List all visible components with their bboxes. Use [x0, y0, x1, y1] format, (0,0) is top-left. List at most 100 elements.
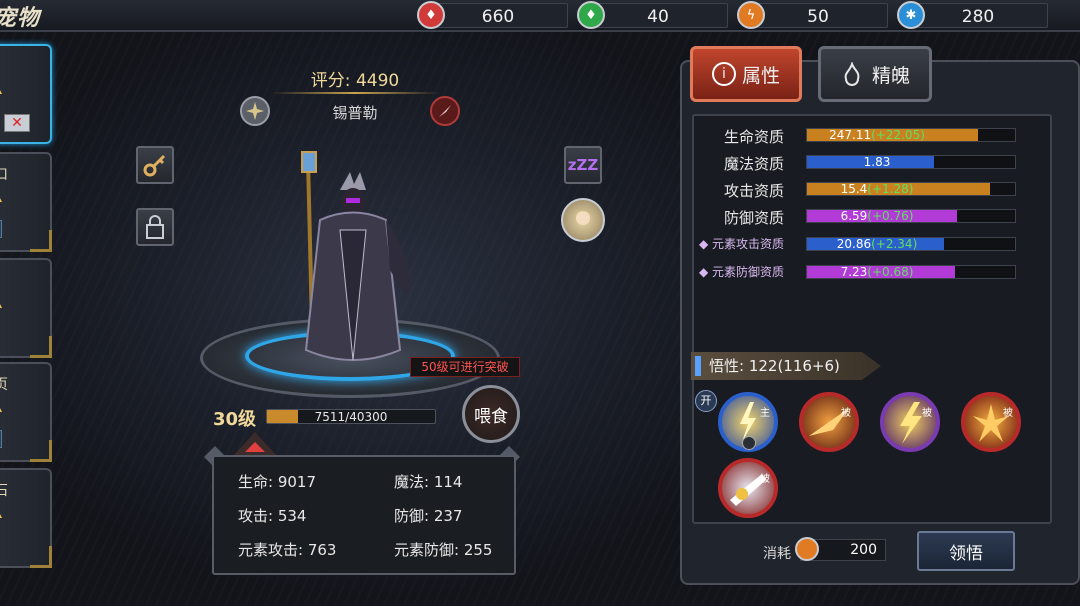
aptitude-bar: 247.11(+22.05) — [806, 128, 1016, 142]
score-divider — [270, 92, 440, 94]
corner-ornament — [30, 546, 52, 568]
aptitude-row: 防御资质 6.59(+0.76) — [700, 207, 1020, 227]
flame-icon — [844, 62, 860, 86]
pet-slot-4[interactable]: 页 — [0, 362, 52, 462]
feed-button[interactable]: 喂食 — [462, 385, 520, 443]
resource-orange[interactable]: ϟ 50 — [737, 1, 888, 29]
stat-element-attack: 元素攻击: 763 — [238, 541, 337, 559]
aptitude-label: 魔法资质 — [723, 155, 784, 173]
upgrade-arrow-icon — [0, 510, 2, 518]
lightning-gem-icon — [795, 537, 819, 561]
aptitude-row: 生命资质 247.11(+22.05) — [700, 126, 1020, 146]
skill-slot-2[interactable]: 被 — [799, 392, 859, 452]
aptitude-row: 攻击资质 15.4(+1.28) — [700, 180, 1020, 200]
info-icon: i — [711, 62, 736, 86]
aptitude-value: 20.86(+2.34) — [836, 237, 918, 251]
remove-button[interactable]: ✕ — [4, 114, 30, 132]
aptitude-bar: 6.59(+0.76) — [806, 209, 1016, 223]
stat-hp: 生命: 9017 — [238, 473, 316, 491]
aptitude-value: 7.23(+0.68) — [840, 265, 914, 279]
consume-cost: 200 — [795, 537, 886, 561]
stat-element-defense: 元素防御: 255 — [394, 541, 493, 559]
stat-attack: 攻击: 534 — [238, 507, 307, 525]
exp-text: 7511/40300 — [314, 410, 388, 424]
pet-level: 30级 — [213, 409, 257, 430]
feather-quill-icon[interactable] — [430, 96, 460, 126]
aptitude-value: 15.4(+1.28) — [840, 182, 914, 196]
avatar[interactable] — [561, 198, 605, 242]
consume-label: 消耗 — [763, 546, 791, 562]
stats-panel: 生命: 9017 魔法: 114 攻击: 534 防御: 237 元素攻击: 7… — [212, 455, 516, 575]
skill-slot-3[interactable]: 被 — [880, 392, 940, 452]
slot-glyph: 页 — [0, 377, 8, 393]
key-button[interactable] — [136, 146, 174, 184]
aptitude-row: ◆ 元素防御资质 7.23(+0.68) — [698, 263, 1020, 281]
lock-button[interactable] — [136, 208, 174, 246]
aptitude-bar: 15.4(+1.28) — [806, 182, 1016, 196]
pet-slot-5[interactable]: 石 — [0, 468, 52, 568]
lock-small-icon — [742, 436, 756, 450]
skill-tag: 主 — [760, 408, 770, 419]
skill-tag: 被 — [760, 474, 770, 485]
aptitude-bar: 1.83 — [806, 155, 1016, 169]
sleep-zzz-icon: zZZ — [567, 156, 599, 174]
consume-value: 200 — [850, 542, 877, 558]
page-title: 宠物 — [0, 6, 41, 31]
slot-glyph: 石 — [0, 483, 8, 499]
slot-badge — [0, 220, 2, 238]
aptitude-label: ◆ 元素防御资质 — [698, 265, 784, 279]
open-toggle-button[interactable]: 开 — [695, 390, 717, 412]
pet-slot-1[interactable]: ✕ — [0, 44, 52, 144]
skill-tag: 被 — [1003, 408, 1013, 419]
aptitude-label: 生命资质 — [723, 128, 784, 146]
skill-slot-4[interactable]: 被 — [961, 392, 1021, 452]
resource-value: 40 — [647, 7, 669, 27]
stat-defense: 防御: 237 — [394, 507, 463, 525]
resource-blue[interactable]: ✱ 280 — [897, 1, 1048, 29]
aptitude-row: 魔法资质 1.83 — [700, 153, 1020, 173]
resource-green[interactable]: ♦ 40 — [577, 1, 728, 29]
skill-tag: 被 — [841, 408, 851, 419]
resource-value: 660 — [481, 7, 515, 27]
key-icon — [143, 154, 166, 177]
corner-ornament — [30, 230, 52, 252]
resource-red[interactable]: ♦ 660 — [417, 1, 568, 29]
upgrade-arrow-icon — [0, 300, 2, 308]
sleep-button[interactable]: zZZ — [564, 146, 602, 184]
resource-value: 50 — [807, 7, 829, 27]
comprehend-button[interactable]: 领悟 — [917, 531, 1015, 571]
aptitude-label: 防御资质 — [723, 209, 784, 227]
aptitude-value: 6.59(+0.76) — [840, 209, 914, 223]
top-bar: 宠物 ♦ 660 ♦ 40 ϟ 50 ✱ 280 — [0, 0, 1080, 32]
comprehension-banner: 悟性: 122(116+6) — [691, 352, 881, 380]
pet-name: 锡普勒 — [332, 104, 378, 122]
upgrade-arrow-icon — [0, 86, 2, 94]
comprehension-text: 悟性: 122(116+6) — [709, 357, 840, 375]
upgrade-arrow-icon — [0, 404, 2, 412]
compass-star-icon[interactable] — [240, 96, 270, 126]
character-portrait-icon — [574, 211, 592, 225]
upgrade-arrow-icon — [0, 194, 2, 202]
aptitude-label: ◆ 元素攻击资质 — [698, 237, 784, 251]
skill-slot-5[interactable]: 被 — [718, 458, 778, 518]
aptitude-label: 攻击资质 — [723, 182, 784, 200]
pet-score: 评分: 4490 — [310, 71, 400, 91]
tab-attributes[interactable]: i 属性 — [690, 46, 802, 102]
pet-slot-3[interactable] — [0, 258, 52, 358]
aptitude-value: 1.83 — [863, 155, 891, 169]
exclamation-icon — [695, 356, 701, 376]
pet-model[interactable] — [290, 150, 420, 370]
tab-label: 精魄 — [871, 64, 910, 87]
corner-ornament — [30, 440, 52, 462]
lock-icon — [146, 215, 164, 239]
breakthrough-hint: 50级可进行突破 — [410, 357, 520, 377]
aptitude-bar: 7.23(+0.68) — [806, 265, 1016, 279]
pet-slot-2[interactable]: 口 — [0, 152, 52, 252]
tab-soul[interactable]: 精魄 — [818, 46, 932, 102]
stat-mp: 魔法: 114 — [394, 473, 463, 491]
aptitude-row: ◆ 元素攻击资质 20.86(+2.34) — [698, 235, 1020, 253]
slot-glyph: 口 — [0, 167, 8, 183]
skill-tag: 被 — [922, 408, 932, 419]
exp-bar: 7511/40300 — [266, 409, 436, 424]
aptitude-bar: 20.86(+2.34) — [806, 237, 1016, 251]
